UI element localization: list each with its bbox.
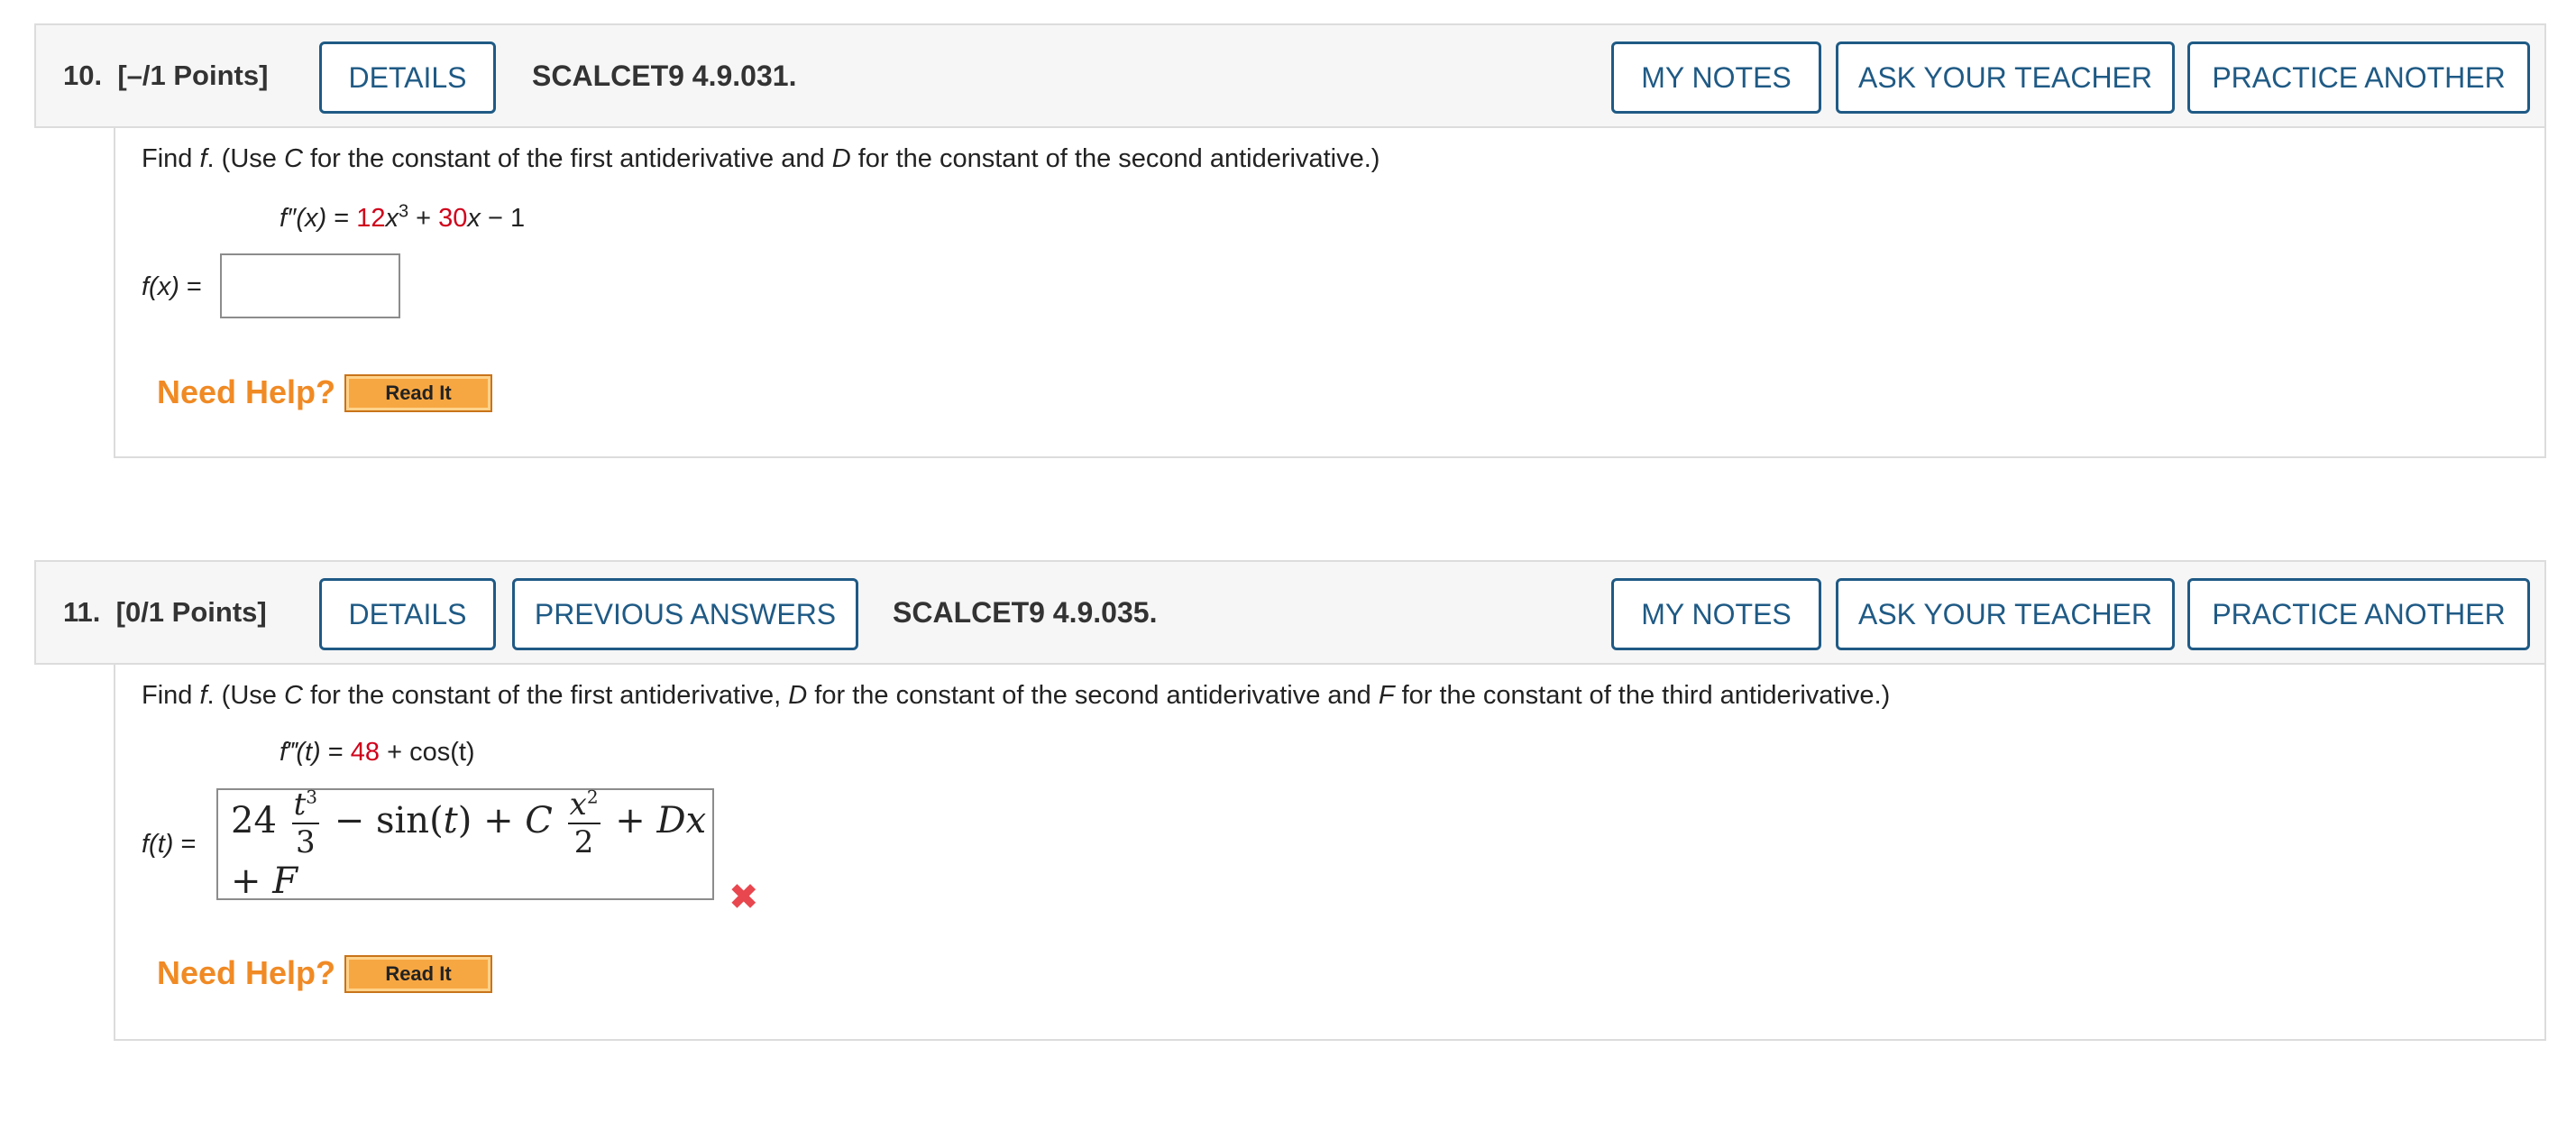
question-number: 11. [0/1 Points] xyxy=(63,596,267,628)
answer-label: f(t) = xyxy=(142,830,197,859)
question-number: 10. [–/1 Points] xyxy=(63,60,269,91)
answer-expression: 24 t3 3 − sin(t) + C x2 2 + Dx + F xyxy=(231,786,707,902)
need-help-label: Need Help? xyxy=(157,954,336,991)
answer-input[interactable]: 24 t3 3 − sin(t) + C x2 2 + Dx + F xyxy=(216,786,714,902)
my-notes-button[interactable]: MY NOTES xyxy=(1611,41,1821,114)
answer-input[interactable] xyxy=(220,253,400,318)
read-it-button[interactable]: Read It xyxy=(344,374,492,412)
previous-answers-button[interactable]: PREVIOUS ANSWERS xyxy=(512,578,858,650)
problem-code: SCALCET9 4.9.035. xyxy=(893,596,1158,629)
practice-another-button[interactable]: PRACTICE ANOTHER xyxy=(2187,578,2530,650)
question-instruction: Find f. (Use C for the constant of the f… xyxy=(142,681,1891,710)
ask-your-teacher-button[interactable]: ASK YOUR TEACHER xyxy=(1836,578,2175,650)
answer-label: f(x) = xyxy=(142,272,202,301)
read-it-button[interactable]: Read It xyxy=(344,955,492,993)
given-equation: f‴(t) = 48 + cos(t) xyxy=(280,738,475,767)
details-button[interactable]: DETAILS xyxy=(319,41,496,114)
given-equation: f″(x) = 12x3 + 30x − 1 xyxy=(280,201,526,233)
problem-code: SCALCET9 4.9.031. xyxy=(532,60,797,92)
fraction-x-squared-over-2: x2 2 xyxy=(567,786,600,860)
details-button[interactable]: DETAILS xyxy=(319,578,496,650)
question-11-header: 11. [0/1 Points] DETAILS PREVIOUS ANSWER… xyxy=(34,560,2546,665)
need-help-label: Need Help? xyxy=(157,373,336,410)
practice-another-button[interactable]: PRACTICE ANOTHER xyxy=(2187,41,2530,114)
fraction-t-cubed-over-3: t3 3 xyxy=(291,786,320,860)
my-notes-button[interactable]: MY NOTES xyxy=(1611,578,1821,650)
question-10-header: 10. [–/1 Points] DETAILS SCALCET9 4.9.03… xyxy=(34,23,2546,128)
ask-your-teacher-button[interactable]: ASK YOUR TEACHER xyxy=(1836,41,2175,114)
question-instruction: Find f. (Use C for the constant of the f… xyxy=(142,144,1380,173)
close-icon: ✖ xyxy=(729,878,759,917)
